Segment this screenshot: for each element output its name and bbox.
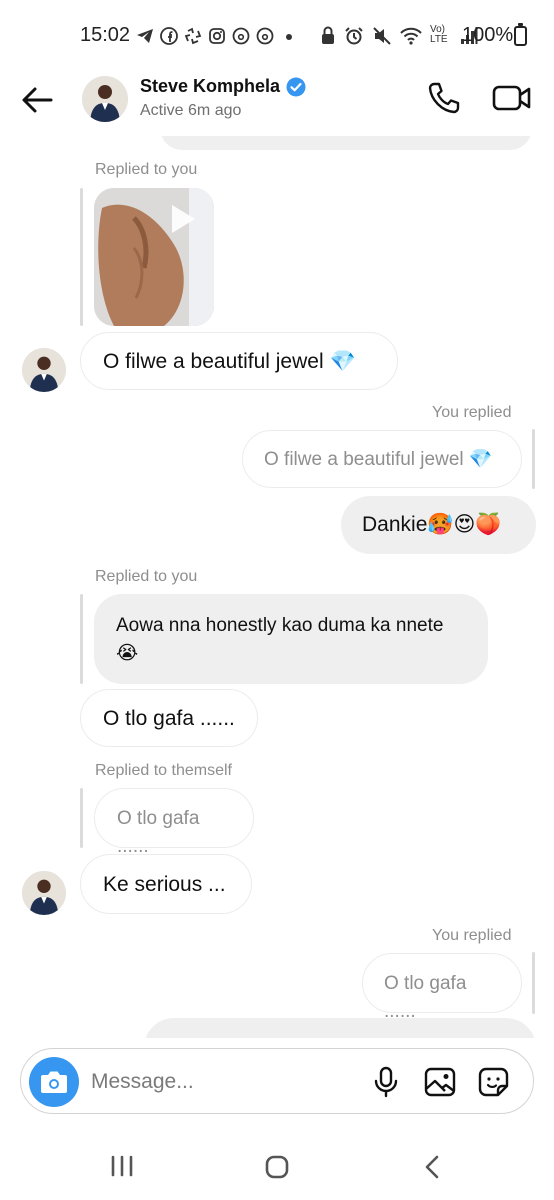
sticker-button[interactable] — [477, 1066, 511, 1098]
back-button[interactable] — [18, 80, 58, 120]
message-bubble[interactable] — [144, 1018, 536, 1038]
reply-indicator — [80, 594, 83, 684]
camera-button[interactable] — [29, 1057, 79, 1107]
video-call-button[interactable] — [492, 80, 532, 116]
quoted-video-thumbnail[interactable] — [94, 188, 214, 326]
active-status: Active 6m ago — [140, 102, 242, 119]
chat-header: Steve Komphela Active 6m ago — [0, 64, 554, 136]
microphone-icon — [374, 1066, 398, 1098]
contact-name[interactable]: Steve Komphela — [140, 76, 280, 97]
notification-icons — [136, 24, 298, 48]
audio-call-button[interactable] — [426, 80, 462, 116]
back-icon — [425, 1155, 439, 1179]
message-bubble[interactable]: Dankie🥵😍🍑 — [341, 496, 536, 554]
status-time: 15:02 — [80, 24, 131, 46]
quoted-message[interactable]: O tlo gafa ...... — [362, 953, 522, 1022]
quoted-message[interactable]: O filwe a beautiful jewel 💎 — [242, 430, 522, 488]
home-icon — [265, 1155, 289, 1179]
avatar[interactable] — [82, 76, 128, 122]
person-avatar-icon — [22, 348, 66, 392]
person-avatar-icon — [22, 871, 66, 915]
messenger-icon — [184, 27, 202, 45]
battery-percent: 100% — [462, 24, 514, 46]
threads-icon — [256, 27, 274, 45]
reply-indicator — [80, 788, 83, 848]
telegram-icon — [136, 27, 154, 45]
volte-icon: Vo) LTE — [430, 24, 448, 45]
threads-icon — [232, 27, 250, 45]
avatar[interactable] — [22, 871, 66, 915]
message-bubble[interactable]: O filwe a beautiful jewel 💎 — [80, 332, 398, 390]
arrow-left-icon — [22, 87, 53, 113]
message-bubble[interactable]: O tlo gafa ...... — [80, 689, 258, 747]
message-bubble[interactable]: Ke serious ... — [80, 854, 252, 914]
dot-icon — [280, 27, 298, 45]
camera-icon — [41, 1071, 67, 1093]
status-bar: 15:02 Vo) LTE 100% — [0, 0, 554, 64]
video-camera-icon — [492, 85, 531, 111]
lock-icon — [320, 26, 336, 46]
gallery-button[interactable] — [423, 1066, 457, 1098]
reply-label: You replied — [432, 404, 512, 421]
reply-indicator — [532, 952, 535, 1014]
reply-indicator — [532, 429, 535, 489]
voice-message-button[interactable] — [371, 1066, 401, 1098]
wifi-icon — [400, 26, 422, 46]
gallery-icon — [424, 1067, 456, 1097]
mute-icon — [372, 26, 392, 46]
reply-label: Replied to you — [95, 568, 198, 585]
reply-indicator — [80, 188, 83, 326]
play-icon — [172, 205, 195, 233]
facebook-icon — [160, 27, 178, 45]
message-thread[interactable]: Replied to you O filwe a beautiful jewel… — [0, 136, 554, 1038]
back-nav-button[interactable] — [422, 1154, 442, 1180]
quoted-message[interactable]: Aowa nna honestly kao duma ka nnete 😭 — [94, 594, 488, 684]
message-composer — [20, 1048, 534, 1114]
person-avatar-icon — [82, 76, 128, 122]
verified-badge-icon — [286, 77, 306, 97]
reply-label: Replied to themself — [95, 762, 232, 779]
recents-button[interactable] — [108, 1154, 136, 1178]
reply-label: Replied to you — [95, 161, 198, 178]
sticker-icon — [478, 1067, 509, 1097]
recents-icon — [111, 1155, 133, 1177]
instagram-icon — [208, 27, 226, 45]
battery-icon — [514, 23, 527, 46]
home-button[interactable] — [264, 1154, 290, 1180]
quoted-message[interactable]: O tlo gafa ...... — [94, 788, 254, 857]
system-navigation-bar — [0, 1130, 554, 1200]
reply-label: You replied — [432, 927, 512, 944]
alarm-icon — [344, 26, 364, 46]
previous-message-bubble[interactable] — [160, 136, 532, 150]
phone-icon — [428, 82, 460, 114]
system-icons: Vo) LTE — [320, 24, 478, 48]
avatar[interactable] — [22, 348, 66, 392]
message-input[interactable] — [91, 1063, 351, 1101]
